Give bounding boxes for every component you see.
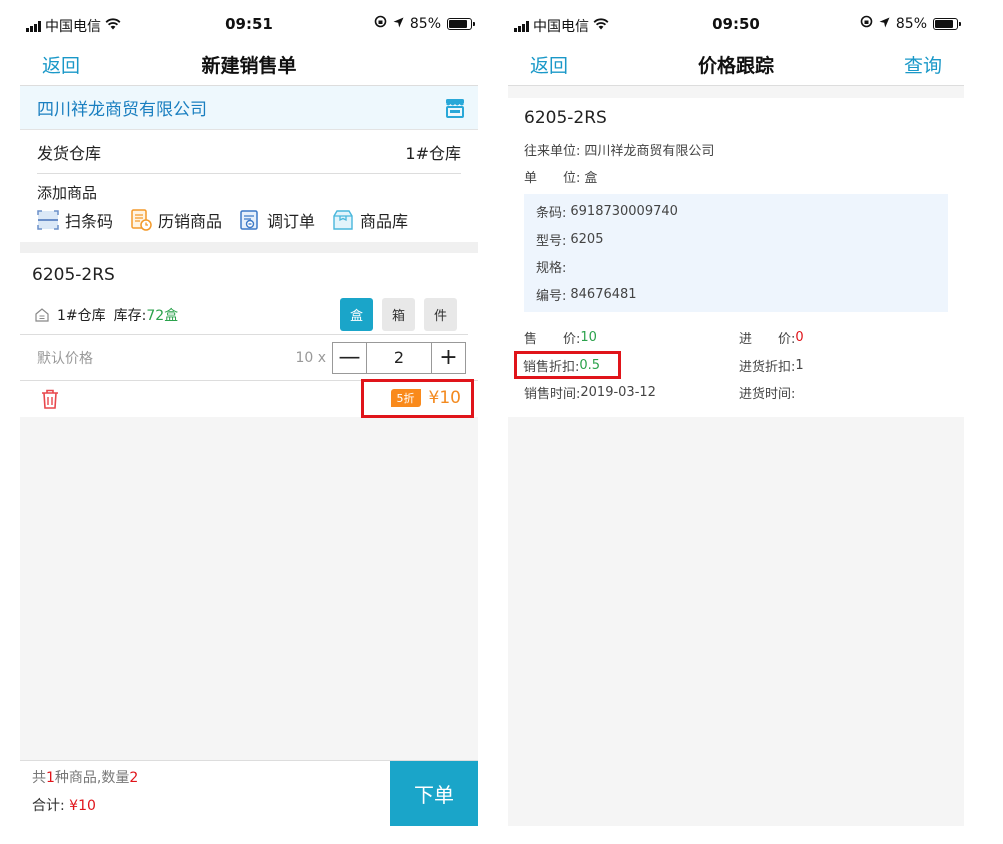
warehouse-row[interactable]: 发货仓库 1#仓库 [20,130,478,174]
quantity-input[interactable]: 2 [366,342,432,373]
query-button[interactable]: 查询 [904,51,942,78]
battery-icon [447,17,475,30]
price-tracking-card: 6205-2RS 往来单位: 四川祥龙商贸有限公司 单 位: 盒 条码: 691873… [508,98,964,417]
shortcut-label: 扫条码 [65,212,114,231]
item-code: 6205-2RS [524,108,607,128]
partner-name: 四川祥龙商贸有限公司 [584,144,715,159]
history-doc-icon [131,209,152,231]
stock-label: 库存: [113,307,147,324]
decrement-button[interactable]: — [333,343,366,373]
item-total-row: 5折 ¥10 [20,378,478,418]
orientation-lock-icon [374,15,387,32]
stock-row: 1#仓库 库存:72盒 盒 箱 件 [20,295,468,335]
barcode-icon [37,210,59,230]
package-box-icon [333,210,353,230]
add-goods-section: 添加商品 扫条码 历销商品 调订单 商品库 [20,174,478,242]
history-goods-button[interactable]: 历销商品 [130,208,222,232]
battery-percent: 85% [409,15,441,32]
shortcut-label: 商品库 [360,212,409,231]
highlighted-price-box: 5折 ¥10 [360,378,474,418]
page-title: 价格跟踪 [697,55,774,77]
shortcut-label: 历销商品 [158,212,223,231]
order-doc-icon [240,210,258,230]
location-icon [393,16,404,32]
unit-value: 盒 [584,171,598,186]
add-goods-title: 添加商品 [37,184,98,202]
increment-button[interactable]: + [432,343,465,373]
battery-icon [933,17,961,30]
purchase-discount: 进货折扣: 1 [739,357,804,375]
model-row: 型号: 6205 [536,231,604,249]
partner-row: 往来单位: 四川祥龙商贸有限公司 [524,136,948,163]
quantity-stepper: — 2 + [332,341,466,374]
trash-icon[interactable] [40,388,60,410]
customer-name: 四川祥龙商贸有限公司 [37,100,207,120]
sale-price: 售 价: 10 [524,330,597,348]
item-info-box: 条码: 6918730009740 型号: 6205 规格: 编号: 84676481 [524,194,948,312]
sale-discount-highlight: 销售折扣: 0.5 [514,351,622,380]
unit-button-case[interactable]: 箱 [382,298,415,331]
shortcut-label: 调订单 [267,212,316,231]
unit-row: 单 位: 盒 [524,163,948,190]
summary-total: 合计: ¥10 [32,798,96,814]
warehouse-value: 1#仓库 [405,144,461,163]
item-code: 6205-2RS [32,265,115,285]
transfer-order-button[interactable]: 调订单 [239,208,315,232]
price-tracking-screen: 中国电信 09:50 85% 返回 价格跟踪 查询 6205-2RS 往来单位:… [508,0,964,826]
line-total: ¥10 [428,388,461,408]
item-warehouse: 1#仓库 [57,307,106,324]
warehouse-label: 发货仓库 [37,144,102,163]
purchase-time: 进货时间: [739,387,796,403]
sale-time: 销售时间: 2019-03-12 [524,385,656,403]
price-row: 默认价格 10 x — 2 + [20,335,478,381]
scan-barcode-button[interactable]: 扫条码 [37,208,113,232]
status-bar: 中国电信 09:50 85% [508,0,964,44]
page-title: 新建销售单 [201,55,297,77]
battery-percent: 85% [895,15,927,32]
nav-bar: 返回 新建销售单 [20,44,478,86]
customer-row[interactable]: 四川祥龙商贸有限公司 [20,86,478,130]
nav-bar: 返回 价格跟踪 查询 [508,44,964,86]
goods-library-button[interactable]: 商品库 [332,208,408,232]
barcode-row: 条码: 6918730009740 [536,204,678,222]
serial-row: 编号: 84676481 [536,286,637,304]
price-details: 售 价: 10 进 价: 0 销售折扣: 0.5 进货折扣: 1 销售时间: 2… [514,324,948,407]
order-item-card: 6205-2RS 1#仓库 库存:72盒 盒 箱 件 默认价格 10 x — 2… [20,253,478,418]
total-amount: ¥10 [69,798,96,814]
purchase-price: 进 价: 0 [739,330,804,348]
orientation-lock-icon [860,15,873,32]
warehouse-icon [35,307,49,322]
store-icon[interactable] [444,97,466,119]
order-summary-bar: 共1种商品,数量2 合计: ¥10 下单 [20,760,478,826]
summary-count: 共1种商品,数量2 [32,770,139,786]
stock-quantity: 72盒 [146,307,179,324]
unit-price: 10 x [295,349,326,366]
status-bar: 中国电信 09:51 85% [20,0,478,44]
spec-row: 规格: [536,261,567,277]
discount-badge: 5折 [390,389,421,407]
unit-button-box[interactable]: 盒 [340,298,373,331]
default-price-label: 默认价格 [37,350,93,367]
sale-discount-value: 0.5 [579,357,601,373]
location-icon [879,16,890,32]
submit-order-button[interactable]: 下单 [390,761,478,826]
new-sales-order-screen: 中国电信 09:51 85% 返回 新建销售单 四川祥龙商贸有限公司 发货仓库 … [20,0,478,826]
unit-button-piece[interactable]: 件 [424,298,457,331]
